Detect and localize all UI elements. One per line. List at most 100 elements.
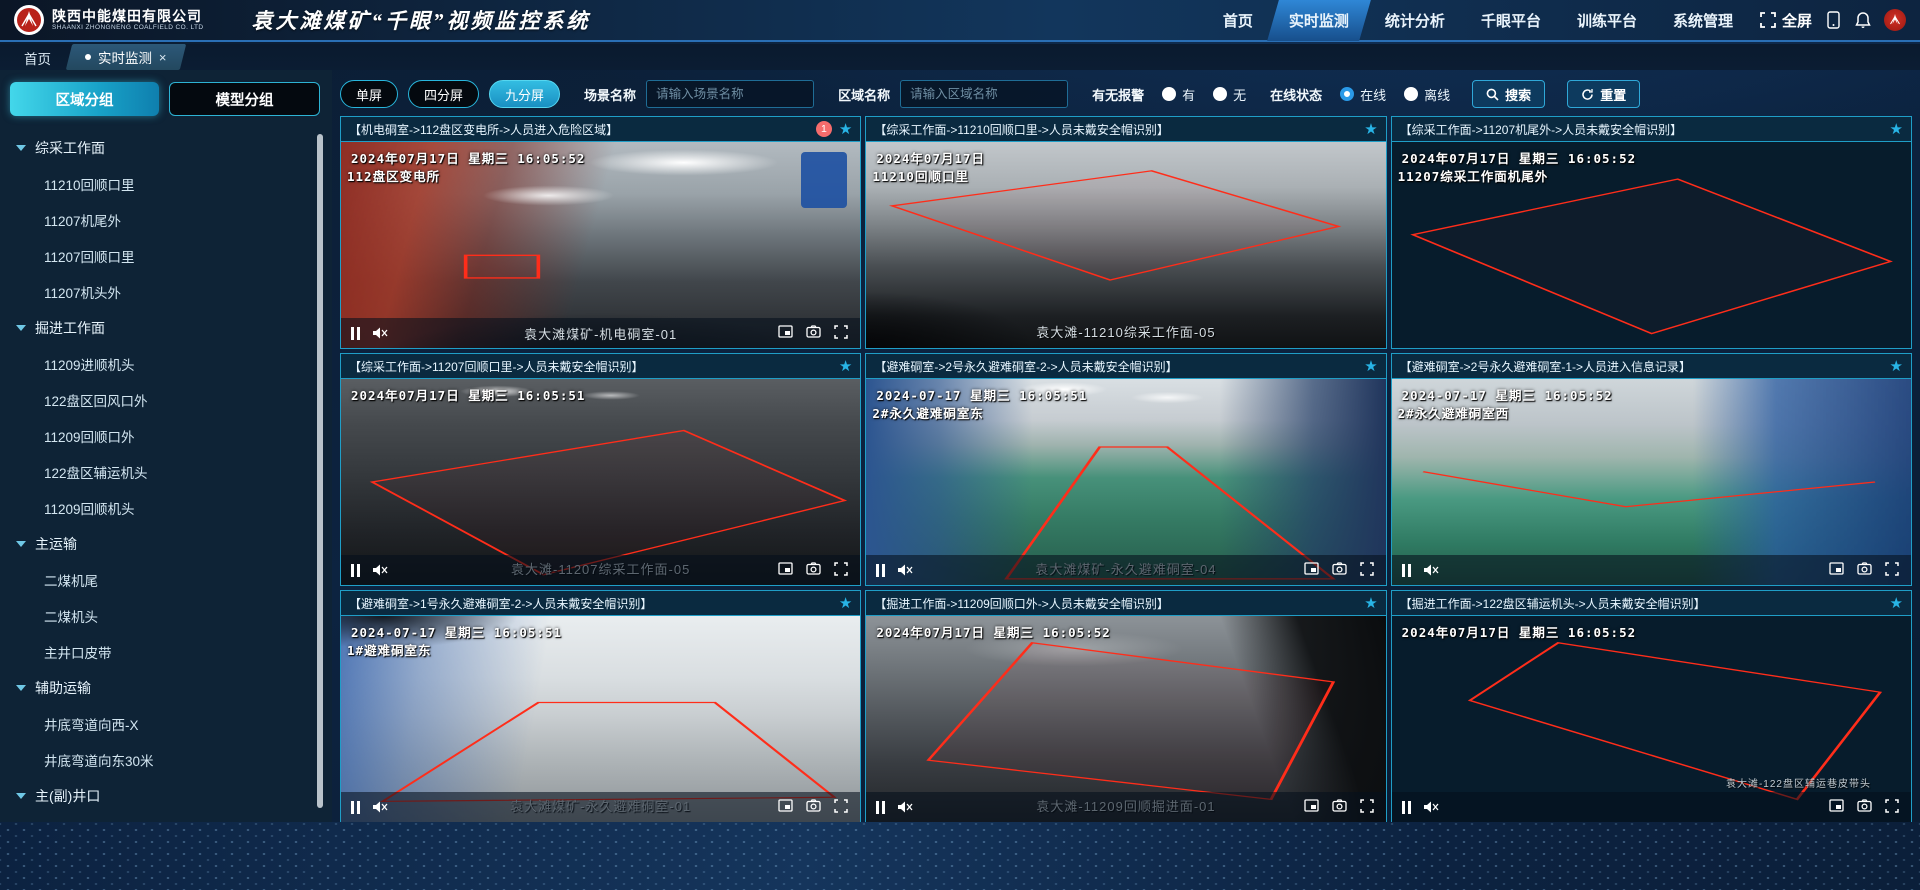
- favorite-star-icon[interactable]: ★: [839, 596, 852, 611]
- tree-item[interactable]: 主井口皮带: [0, 634, 332, 670]
- mute-icon[interactable]: [372, 562, 388, 578]
- tree-item[interactable]: 井底弯道向东30米: [0, 742, 332, 778]
- tree-item[interactable]: 11209回顺机头: [0, 490, 332, 526]
- tree-item[interactable]: 11207机尾外: [0, 202, 332, 238]
- mute-icon[interactable]: [1423, 799, 1439, 815]
- pause-icon[interactable]: [1402, 564, 1411, 577]
- video-feed[interactable]: 2024年07月17日 星期三 16:05:52 112盘区变电所 袁大滩煤矿-…: [341, 142, 860, 348]
- mute-icon[interactable]: [897, 562, 913, 578]
- favorite-star-icon[interactable]: ★: [1364, 596, 1377, 611]
- mute-icon[interactable]: [372, 799, 388, 815]
- favorite-star-icon[interactable]: ★: [1364, 122, 1377, 137]
- pause-icon[interactable]: [351, 801, 360, 814]
- sidebar-tab-model-group[interactable]: 模型分组: [169, 82, 320, 116]
- fullscreen-video-icon[interactable]: [1885, 562, 1901, 578]
- pause-icon[interactable]: [351, 564, 360, 577]
- favorite-star-icon[interactable]: ★: [839, 122, 852, 137]
- favorite-star-icon[interactable]: ★: [1890, 122, 1903, 137]
- snapshot-icon[interactable]: [1332, 562, 1348, 578]
- layout-nine-button[interactable]: 九分屏: [489, 80, 560, 108]
- pause-icon[interactable]: [876, 564, 885, 577]
- layout-quad-button[interactable]: 四分屏: [408, 80, 479, 108]
- tree-item[interactable]: 11209回顺口外: [0, 418, 332, 454]
- stream-switch-icon[interactable]: [1304, 562, 1320, 578]
- pause-icon[interactable]: [876, 801, 885, 814]
- tree-group-tunneling[interactable]: 掘进工作面: [0, 310, 332, 346]
- nav-item-realtime-monitor[interactable]: 实时监测: [1273, 0, 1365, 41]
- snapshot-icon[interactable]: [1332, 799, 1348, 815]
- nav-item-statistics[interactable]: 统计分析: [1369, 0, 1461, 41]
- snapshot-icon[interactable]: [806, 799, 822, 815]
- fullscreen-video-icon[interactable]: [1360, 799, 1376, 815]
- stream-switch-icon[interactable]: [778, 799, 794, 815]
- tree-item[interactable]: 二煤机头: [0, 598, 332, 634]
- tree-group-main-shaft[interactable]: 主(副)井口: [0, 778, 332, 814]
- video-feed[interactable]: 2024年07月17日 星期三 16:05:52 袁大滩-122盘区辅运巷皮带头: [1392, 616, 1911, 822]
- snapshot-icon[interactable]: [1857, 799, 1873, 815]
- tree-item[interactable]: 回风立井平硐-X: [0, 814, 332, 822]
- alarm-yes-radio[interactable]: 有: [1162, 85, 1195, 104]
- snapshot-icon[interactable]: [806, 325, 822, 341]
- tree-group-fully-mechanized[interactable]: 综采工作面: [0, 130, 332, 166]
- mobile-app-icon[interactable]: [1824, 11, 1842, 29]
- video-feed[interactable]: 2024-07-17 星期三 16:05:51 2#永久避难硐室东 袁大滩煤矿-…: [866, 379, 1385, 585]
- snapshot-icon[interactable]: [1857, 562, 1873, 578]
- video-feed[interactable]: 2024-07-17 星期三 16:05:51 1#避难硐室东 袁大滩煤矿-永久…: [341, 616, 860, 822]
- fullscreen-video-icon[interactable]: [1885, 799, 1901, 815]
- nav-item-system-management[interactable]: 系统管理: [1657, 0, 1749, 41]
- stream-switch-icon[interactable]: [1829, 799, 1845, 815]
- tree-item[interactable]: 11207机头外: [0, 274, 332, 310]
- alarm-no-radio[interactable]: 无: [1213, 85, 1246, 104]
- tab-realtime-monitor[interactable]: 实时监测 ×: [66, 44, 186, 70]
- pause-icon[interactable]: [351, 327, 360, 340]
- snapshot-icon[interactable]: [806, 562, 822, 578]
- fullscreen-video-icon[interactable]: [834, 799, 850, 815]
- reset-button[interactable]: 重置: [1567, 80, 1640, 108]
- fullscreen-button[interactable]: 全屏: [1759, 10, 1812, 31]
- favorite-star-icon[interactable]: ★: [1364, 359, 1377, 374]
- tree-item[interactable]: 井底弯道向西-X: [0, 706, 332, 742]
- video-feed[interactable]: 2024-07-17 星期三 16:05:52 2#永久避难硐室西: [1392, 379, 1911, 585]
- area-name-input[interactable]: [900, 80, 1068, 108]
- favorite-star-icon[interactable]: ★: [1890, 596, 1903, 611]
- search-button[interactable]: 搜索: [1472, 80, 1545, 108]
- tab-home[interactable]: 首页: [0, 44, 69, 70]
- fullscreen-video-icon[interactable]: [1360, 562, 1376, 578]
- tree-item[interactable]: 11210回顺口里: [0, 166, 332, 202]
- tree-item[interactable]: 二煤机尾: [0, 562, 332, 598]
- mute-icon[interactable]: [372, 325, 388, 341]
- nav-item-qianyan-platform[interactable]: 千眼平台: [1465, 0, 1557, 41]
- brand-emblem-icon[interactable]: [1884, 9, 1906, 31]
- sidebar-tab-area-group[interactable]: 区域分组: [10, 82, 159, 116]
- scene-name-input[interactable]: [646, 80, 814, 108]
- online-radio[interactable]: 在线: [1340, 85, 1386, 104]
- favorite-star-icon[interactable]: ★: [839, 359, 852, 374]
- fullscreen-video-icon[interactable]: [834, 562, 850, 578]
- sidebar-scrollbar[interactable]: [317, 134, 323, 808]
- tree-item[interactable]: 122盘区回风口外: [0, 382, 332, 418]
- tab-close-icon[interactable]: ×: [159, 50, 167, 65]
- nav-item-training-platform[interactable]: 训练平台: [1561, 0, 1653, 41]
- tree-item[interactable]: 11207回顺口里: [0, 238, 332, 274]
- tree-item[interactable]: 11209进顺机头: [0, 346, 332, 382]
- video-feed[interactable]: 2024年07月17日 星期三 16:05:52 11207综采工作面机尾外: [1392, 142, 1911, 348]
- pause-icon[interactable]: [1402, 801, 1411, 814]
- offline-radio[interactable]: 离线: [1404, 85, 1450, 104]
- stream-switch-icon[interactable]: [778, 562, 794, 578]
- stream-switch-icon[interactable]: [1304, 799, 1320, 815]
- video-feed[interactable]: 2024年07月17日 11210回顺口里 袁大滩-11210综采工作面-05: [866, 142, 1385, 348]
- mute-icon[interactable]: [1423, 562, 1439, 578]
- favorite-star-icon[interactable]: ★: [1890, 359, 1903, 374]
- stream-switch-icon[interactable]: [778, 325, 794, 341]
- stream-switch-icon[interactable]: [1829, 562, 1845, 578]
- layout-single-button[interactable]: 单屏: [340, 80, 398, 108]
- tree-item[interactable]: 122盘区辅运机头: [0, 454, 332, 490]
- nav-item-home[interactable]: 首页: [1207, 0, 1269, 41]
- tree-group-main-transport[interactable]: 主运输: [0, 526, 332, 562]
- video-feed[interactable]: 2024年07月17日 星期三 16:05:51 袁大滩-11207综采工作面-…: [341, 379, 860, 585]
- fullscreen-video-icon[interactable]: [834, 325, 850, 341]
- video-feed[interactable]: 2024年07月17日 星期三 16:05:52 袁大滩-11209回顺掘进面-…: [866, 616, 1385, 822]
- notification-bell-icon[interactable]: [1854, 11, 1872, 29]
- tree-group-aux-transport[interactable]: 辅助运输: [0, 670, 332, 706]
- mute-icon[interactable]: [897, 799, 913, 815]
